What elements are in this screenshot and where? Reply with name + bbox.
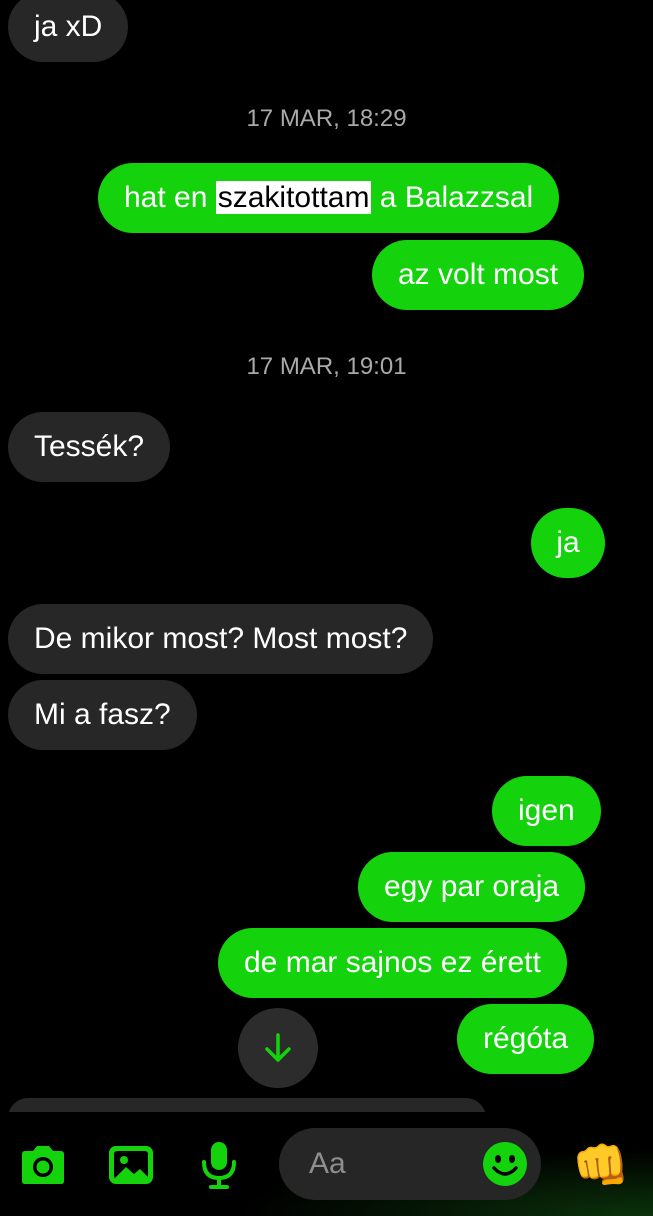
voice-button[interactable] bbox=[192, 1138, 246, 1192]
image-icon bbox=[109, 1146, 153, 1184]
microphone-icon bbox=[202, 1142, 236, 1189]
message-incoming[interactable]: De mikor most? Most most? bbox=[8, 604, 434, 674]
gallery-button[interactable] bbox=[104, 1138, 158, 1192]
message-outgoing[interactable]: az volt most bbox=[372, 240, 585, 310]
timestamp: 17 MAR, 19:01 bbox=[246, 353, 407, 380]
highlighted-text: szakitottam bbox=[215, 181, 372, 214]
arrow-down-icon bbox=[265, 1033, 291, 1062]
message-text: az volt most bbox=[398, 258, 559, 291]
message-outgoing[interactable]: egy par oraja bbox=[358, 852, 586, 922]
message-text: De mikor most? Most most? bbox=[34, 622, 408, 655]
smiley-icon[interactable] bbox=[481, 1140, 529, 1188]
message-text: Tessék? bbox=[34, 430, 145, 463]
fist-emoji: 👊 bbox=[572, 1139, 630, 1191]
message-composer[interactable] bbox=[279, 1128, 541, 1200]
message-text: igen bbox=[518, 794, 575, 827]
message-text: egy par oraja bbox=[384, 870, 560, 903]
message-incoming[interactable]: Tessék? bbox=[8, 412, 171, 482]
camera-button[interactable] bbox=[16, 1138, 70, 1192]
message-text: de mar sajnos ez érett bbox=[244, 946, 541, 979]
message-text: hat en bbox=[124, 181, 216, 214]
message-outgoing[interactable]: ja bbox=[531, 508, 605, 578]
message-outgoing[interactable]: igen bbox=[492, 776, 601, 846]
message-outgoing[interactable]: hat en szakitottam a Balazzsal bbox=[98, 163, 560, 233]
message-text: ja xD bbox=[34, 10, 103, 43]
message-incoming[interactable]: Mi a fasz? bbox=[8, 680, 197, 750]
message-text: régóta bbox=[483, 1022, 569, 1055]
message-text: a Balazzsal bbox=[371, 181, 534, 214]
quick-reaction-button[interactable]: 👊 bbox=[570, 1134, 632, 1196]
message-text: Mi a fasz? bbox=[34, 698, 171, 731]
message-outgoing[interactable]: de mar sajnos ez érett bbox=[218, 928, 567, 998]
timestamp: 17 MAR, 18:29 bbox=[246, 105, 407, 132]
message-outgoing[interactable]: régóta bbox=[457, 1004, 595, 1074]
scroll-to-bottom-button[interactable] bbox=[238, 1008, 318, 1088]
message-input[interactable] bbox=[309, 1128, 489, 1200]
camera-icon bbox=[22, 1146, 64, 1184]
message-text: ja bbox=[556, 526, 580, 559]
message-incoming[interactable]: ja xD bbox=[8, 0, 129, 62]
